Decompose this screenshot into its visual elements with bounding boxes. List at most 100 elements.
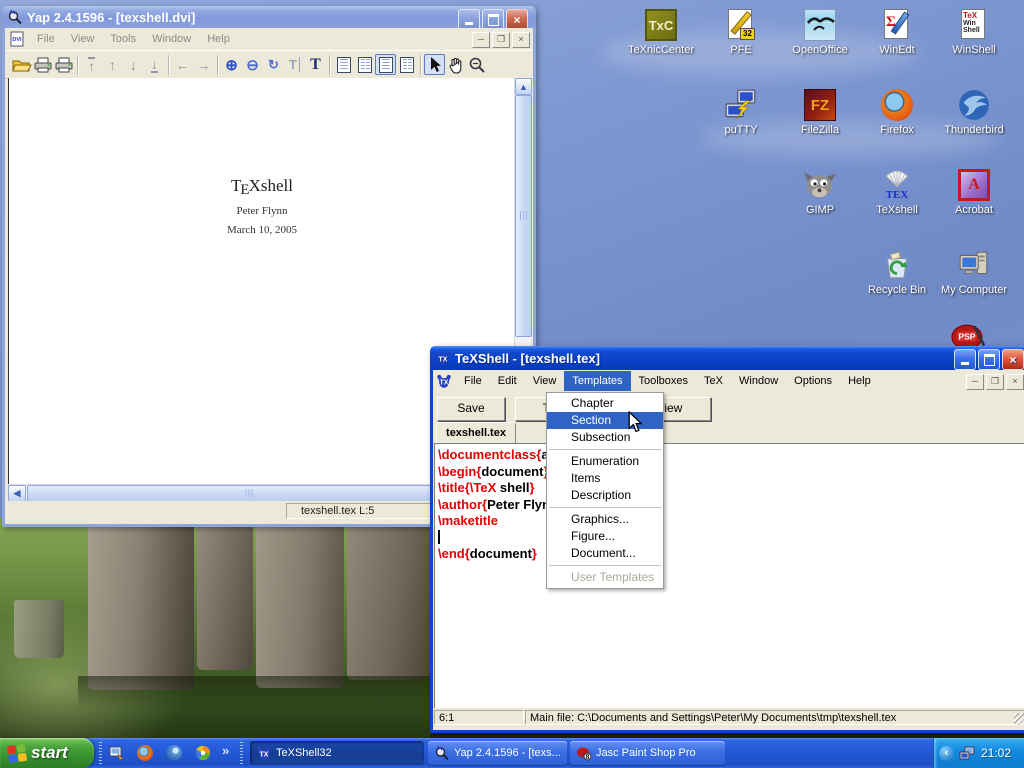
desktop-icon-winedt[interactable]: ΣWinEdt [859, 8, 935, 56]
open-file-icon[interactable] [11, 54, 32, 75]
yap-menu-tools[interactable]: Tools [102, 30, 144, 48]
media-player-icon[interactable] [195, 745, 211, 761]
menu-window[interactable]: Window [731, 371, 786, 391]
last-page-icon[interactable]: ↓ [144, 54, 165, 75]
print-icon[interactable] [32, 54, 53, 75]
ruler-tool-icon[interactable]: T [284, 54, 305, 75]
yap-menu-view[interactable]: View [63, 30, 103, 48]
mdi-close-button[interactable]: × [512, 32, 530, 48]
toolbar-handle[interactable] [99, 742, 102, 764]
resize-grip[interactable] [1014, 713, 1024, 725]
editor-area[interactable]: \documentclass{article}\begin{document}\… [434, 443, 1024, 709]
desktop-icon-acrobat[interactable]: AAcrobat [936, 168, 1012, 216]
mdi-minimize-button[interactable]: ─ [472, 32, 490, 48]
menu-item-chapter[interactable]: Chapter [547, 395, 663, 412]
text-tool-icon[interactable]: T [305, 54, 326, 75]
menu-item-document[interactable]: Document... [547, 545, 663, 562]
scroll-thumb[interactable] [515, 95, 532, 337]
select-tool-icon[interactable] [424, 54, 445, 75]
menu-toolboxes[interactable]: Toolboxes [631, 371, 697, 391]
task-button-3[interactable]: 8Jasc Paint Shop Pro [570, 741, 725, 765]
next-page-icon[interactable]: ↓ [123, 54, 144, 75]
close-button[interactable]: × [506, 9, 528, 30]
yap-titlebar[interactable]: Yap 2.4.1596 - [texshell.dvi] × [2, 6, 536, 28]
yap-menubar: DVI FileViewToolsWindowHelp [5, 28, 533, 51]
menu-item-enumeration[interactable]: Enumeration [547, 453, 663, 470]
mdi-close-button[interactable]: × [1006, 374, 1024, 390]
menu-item-figure[interactable]: Figure... [547, 528, 663, 545]
mdi-restore-button[interactable]: ❒ [986, 374, 1004, 390]
editor-tab[interactable]: texshell.tex [436, 422, 516, 444]
desktop-icon-putty[interactable]: puTTY [703, 88, 779, 136]
desktop-icon-pfe[interactable]: 32PFE [703, 8, 779, 56]
single-page-view-icon[interactable] [333, 54, 354, 75]
yap-menu-help[interactable]: Help [199, 30, 238, 48]
desktop-icon-winshell[interactable]: TeXWinShellWinShell [936, 8, 1012, 56]
maximize-button[interactable] [978, 349, 1000, 370]
menu-tex[interactable]: TeX [696, 371, 731, 391]
menu-options[interactable]: Options [786, 371, 840, 391]
save-button[interactable]: Save [437, 397, 505, 421]
texshell-window[interactable]: TX TeXShell - [texshell.tex] × TX FileEd… [430, 346, 1024, 733]
refresh-icon[interactable]: ↻ [263, 54, 284, 75]
prev-page-icon[interactable]: ↑ [102, 54, 123, 75]
scroll-up-button[interactable]: ▲ [515, 78, 532, 95]
show-desktop-icon[interactable] [108, 745, 124, 761]
mdi-minimize-button[interactable]: ─ [966, 374, 984, 390]
minimize-button[interactable] [458, 9, 480, 30]
menu-item-graphics[interactable]: Graphics... [547, 511, 663, 528]
task-button-2[interactable]: Yap 2.4.1596 - [texs... [428, 741, 567, 765]
zoom-in-icon[interactable]: ⊕ [221, 54, 242, 75]
start-button[interactable]: start [0, 738, 94, 768]
forward-icon[interactable]: → [193, 54, 214, 75]
menu-file[interactable]: File [456, 371, 490, 391]
continuous-view-icon[interactable] [375, 54, 396, 75]
svg-text:PSP: PSP [958, 332, 975, 342]
windows-flag-icon [6, 742, 28, 764]
network-icon[interactable] [959, 745, 975, 761]
tray-chevron-button[interactable]: ‹ [939, 746, 954, 761]
texshell-toolbar: SaveTeXPreview [433, 392, 1024, 420]
desktop-icon-texshell[interactable]: TEXTeXshell [859, 168, 935, 216]
desktop-icon-gimp[interactable]: GIMP [782, 168, 858, 216]
desktop-icon-texniccenter[interactable]: TxCTeXnicCenter [623, 8, 699, 56]
desktop-icon-openoffice[interactable]: OpenOffice [782, 8, 858, 56]
back-icon[interactable]: ← [172, 54, 193, 75]
menu-help[interactable]: Help [840, 371, 879, 391]
first-page-icon[interactable]: ↑ [81, 54, 102, 75]
maximize-button[interactable] [482, 9, 504, 30]
menu-item-subsection[interactable]: Subsection [547, 429, 663, 446]
desktop-icon-thunderbird[interactable]: Thunderbird [936, 88, 1012, 136]
facing-pages-view-icon[interactable] [354, 54, 375, 75]
menu-templates[interactable]: Templates [564, 371, 630, 391]
yap-window-title: Yap 2.4.1596 - [texshell.dvi] [27, 10, 195, 25]
menu-view[interactable]: View [525, 371, 565, 391]
menu-item-items[interactable]: Items [547, 470, 663, 487]
yap-menu-file[interactable]: File [29, 30, 63, 48]
toolbar-handle[interactable] [240, 742, 243, 764]
desktop-icon-recycle[interactable]: Recycle Bin [859, 248, 935, 296]
texshell-titlebar[interactable]: TX TeXShell - [texshell.tex] × [430, 346, 1024, 370]
continuous-facing-view-icon[interactable] [396, 54, 417, 75]
yap-menu-window[interactable]: Window [144, 30, 199, 48]
pan-tool-icon[interactable] [445, 54, 466, 75]
minimize-button[interactable] [954, 349, 976, 370]
print-setup-icon[interactable] [53, 54, 74, 75]
scroll-left-button[interactable]: ◀ [8, 485, 26, 502]
menu-item-section[interactable]: Section [547, 412, 663, 429]
desktop-icon-firefox[interactable]: Firefox [859, 88, 935, 136]
desktop-icon-filezilla[interactable]: FZFileZilla [782, 88, 858, 136]
menu-item-user-templates[interactable]: User Templates [547, 569, 663, 586]
quick-launch-chevron[interactable]: » [222, 743, 229, 758]
thunderbird-icon[interactable] [166, 745, 182, 761]
desktop-icon-mycomputer[interactable]: My Computer [936, 248, 1012, 296]
close-button[interactable]: × [1002, 349, 1024, 370]
scroll-thumb[interactable] [27, 485, 473, 502]
task-button-1[interactable]: TXTeXShell32 [250, 741, 424, 765]
menu-edit[interactable]: Edit [490, 371, 525, 391]
menu-item-description[interactable]: Description [547, 487, 663, 504]
magnifier-tool-icon[interactable] [466, 54, 487, 75]
mdi-restore-button[interactable]: ❒ [492, 32, 510, 48]
firefox-icon[interactable] [137, 745, 153, 761]
zoom-out-icon[interactable]: ⊖ [242, 54, 263, 75]
